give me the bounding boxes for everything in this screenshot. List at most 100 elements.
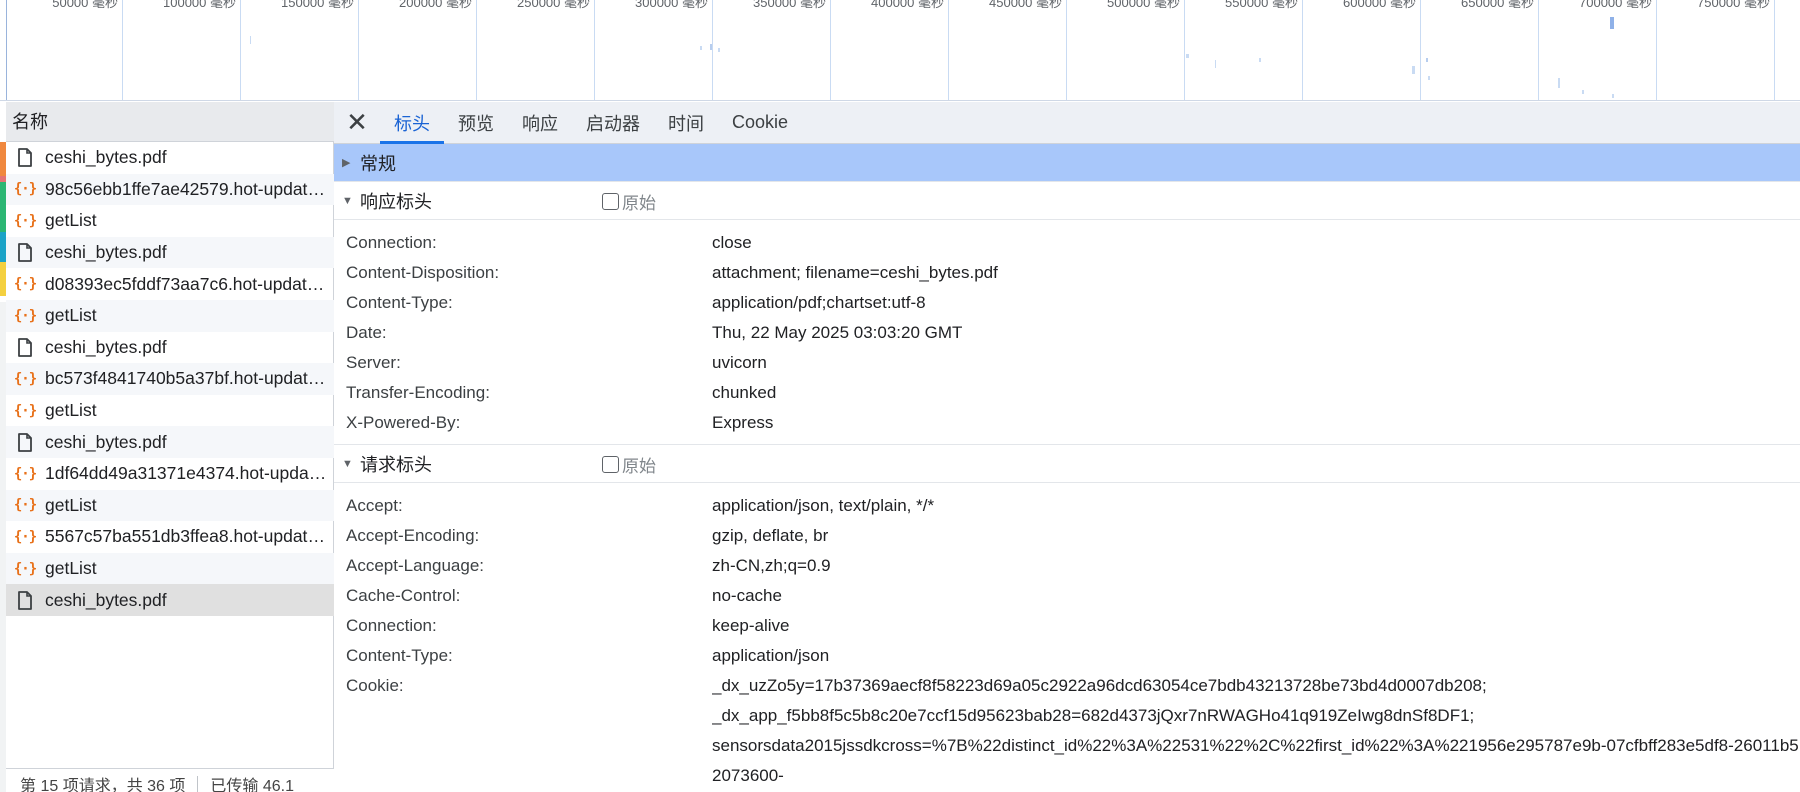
header-key: Server: <box>346 353 401 372</box>
request-list: ceshi_bytes.pdf {·} 98c56ebb1ffe7ae42579.h… <box>6 142 334 616</box>
header-key: Content-Disposition: <box>346 263 500 282</box>
activity-mark <box>1558 78 1560 88</box>
tab-5[interactable]: Cookie <box>718 102 802 143</box>
request-row[interactable]: ceshi_bytes.pdf <box>6 236 334 269</box>
request-name: ceshi_bytes.pdf <box>45 589 167 610</box>
header-value: application/pdf;chartset:utf-8 <box>712 293 926 312</box>
tab-0[interactable]: 标头 <box>380 102 444 144</box>
header-key: Accept-Language: <box>346 556 484 575</box>
tab-3[interactable]: 启动器 <box>572 102 654 143</box>
header-value: close <box>712 233 752 252</box>
header-value: application/json <box>712 646 830 665</box>
request-row[interactable]: {·} getList <box>6 205 334 237</box>
request-row[interactable]: {·} 5567c57ba551db3ffea8.hot-update.json <box>6 521 334 553</box>
request-row[interactable]: {·} getList <box>6 299 334 332</box>
close-icon[interactable]: ✕ <box>334 102 380 143</box>
overview-activity-marks <box>250 17 1614 98</box>
detail-tabs: 标头 预览 响应 启动器 时间 Cookie <box>380 102 802 144</box>
response-raw-checkbox[interactable] <box>602 192 619 210</box>
activity-mark <box>710 44 712 50</box>
header-row: Content-Type: application/json <box>334 641 1800 671</box>
response-raw-toggle[interactable]: 原始 <box>602 182 656 220</box>
request-list-pane: 名称 ceshi_bytes.pdf {·} 98c56ebb1ffe7ae4257… <box>0 102 334 792</box>
request-name: getList <box>45 210 97 231</box>
header-row: Content-Disposition: attachment; filename… <box>334 258 1800 288</box>
request-row[interactable]: {·} 1df64dd49a31371e4374.hot-update.json <box>6 458 334 490</box>
section-response-title: 响应标头 <box>360 191 432 212</box>
section-request-headers-header[interactable]: ▼ 请求标头 原始 <box>334 445 1800 483</box>
header-key: Accept-Encoding: <box>346 526 480 545</box>
tab-4[interactable]: 时间 <box>654 102 718 143</box>
tab-2[interactable]: 响应 <box>508 102 572 143</box>
request-raw-label: 原始 <box>622 456 656 476</box>
header-key: Connection: <box>346 233 437 252</box>
json-file-icon: {·} <box>13 528 37 545</box>
expanded-triangle-icon: ▼ <box>342 457 353 470</box>
network-status-bar: 第 15 项请求，共 36 项 已传输 46.1 <box>6 768 334 792</box>
request-row[interactable]: ceshi_bytes.pdf <box>6 426 334 458</box>
detail-tabbar: ✕ 标头 预览 响应 启动器 时间 Cookie <box>334 102 1800 144</box>
section-response-headers-header[interactable]: ▼ 响应标头 原始 <box>334 182 1800 220</box>
request-row[interactable]: {·} d08393ec5fddf73aa7c6.hot-update.json <box>6 268 334 300</box>
request-row[interactable]: {·} getList <box>6 552 334 585</box>
activity-mark <box>1215 60 1216 68</box>
header-row: Connection: keep-alive <box>334 611 1800 641</box>
header-value: keep-alive <box>712 616 790 635</box>
request-count-summary: 第 15 项请求，共 36 项 <box>20 778 186 792</box>
request-row[interactable]: ceshi_bytes.pdf <box>6 332 334 364</box>
transferred-summary: 已传输 46.1 <box>210 778 294 792</box>
section-general-title: 常规 <box>360 153 396 174</box>
status-separator <box>197 776 199 792</box>
header-row: Accept: application/json, text/plain, */* <box>334 491 1800 521</box>
request-headers-list: Accept: application/json, text/plain, */*… <box>334 483 1800 792</box>
activity-mark <box>1610 17 1614 29</box>
tab-1[interactable]: 预览 <box>444 102 508 143</box>
request-name: bc573f4841740b5a37bf.hot-update.json <box>45 368 330 389</box>
request-row[interactable]: {·} getList <box>6 489 334 522</box>
header-value: application/json, text/plain, */* <box>712 496 935 515</box>
request-row[interactable]: {·} getList <box>6 395 334 427</box>
header-value: chunked <box>712 383 777 402</box>
collapsed-triangle-icon: ▶ <box>342 157 351 169</box>
header-value: uvicorn <box>712 353 767 372</box>
activity-mark <box>1428 76 1430 80</box>
response-headers-list: Connection: close Content-Disposition: atta… <box>334 220 1800 445</box>
document-file-icon <box>14 589 36 611</box>
json-file-icon: {·} <box>13 465 37 482</box>
header-row: Accept-Language: zh-CN,zh;q=0.9 <box>334 551 1800 581</box>
request-row[interactable]: {·} bc573f4841740b5a37bf.hot-update.json <box>6 363 334 395</box>
activity-mark <box>1426 58 1428 62</box>
activity-mark <box>250 36 251 44</box>
section-request-title: 请求标头 <box>360 454 432 475</box>
request-name: getList <box>45 494 97 515</box>
request-raw-toggle[interactable]: 原始 <box>602 445 656 483</box>
name-column-header[interactable]: 名称 <box>6 102 334 142</box>
header-row: Connection: close <box>334 228 1800 258</box>
request-row[interactable]: ceshi_bytes.pdf <box>6 142 334 174</box>
request-row[interactable]: {·} 98c56ebb1ffe7ae42579.hot-update.json <box>6 173 334 206</box>
header-value: zh-CN,zh;q=0.9 <box>712 556 831 575</box>
request-raw-checkbox[interactable] <box>602 455 619 473</box>
document-file-icon <box>14 242 36 264</box>
network-overview-timeline[interactable]: 50000 毫秒 100000 毫秒 150000 毫秒 200000 毫秒 25000… <box>0 0 1800 101</box>
header-key: Cache-Control: <box>346 586 461 605</box>
header-row: Date: Thu, 22 May 2025 03:03:20 GMT <box>334 318 1800 348</box>
header-value-line: sensorsdata2015jssdkcross=%7B%22distinct… <box>712 736 1800 755</box>
header-key: X-Powered-By: <box>346 413 461 432</box>
request-name: 1df64dd49a31371e4374.hot-update.json <box>45 463 330 484</box>
request-name: getList <box>45 558 97 579</box>
header-value-line: _dx_app_f5bb8f5c5b8c20e7ccf15d95623bab28… <box>712 706 1475 725</box>
header-key: Accept: <box>346 496 403 515</box>
header-row: Cache-Control: no-cache <box>334 581 1800 611</box>
header-row: Accept-Encoding: gzip, deflate, br <box>334 521 1800 551</box>
headers-panel: ▶ 常规 ▼ 响应标头 原始 Connection: close Content-D… <box>334 144 1800 792</box>
header-value-line: _dx_uzZo5y=17b37369aecf8f58223d69a05c292… <box>712 676 1487 695</box>
request-name: ceshi_bytes.pdf <box>45 242 167 263</box>
request-name: 98c56ebb1ffe7ae42579.hot-update.json <box>45 178 330 199</box>
json-file-icon: {·} <box>13 497 37 514</box>
section-general-header[interactable]: ▶ 常规 <box>334 144 1800 182</box>
request-name: getList <box>45 305 97 326</box>
request-row[interactable]: ceshi_bytes.pdf <box>6 584 334 616</box>
json-file-icon: {·} <box>13 181 37 198</box>
header-row: Content-Type: application/pdf;chartset:ut… <box>334 288 1800 318</box>
